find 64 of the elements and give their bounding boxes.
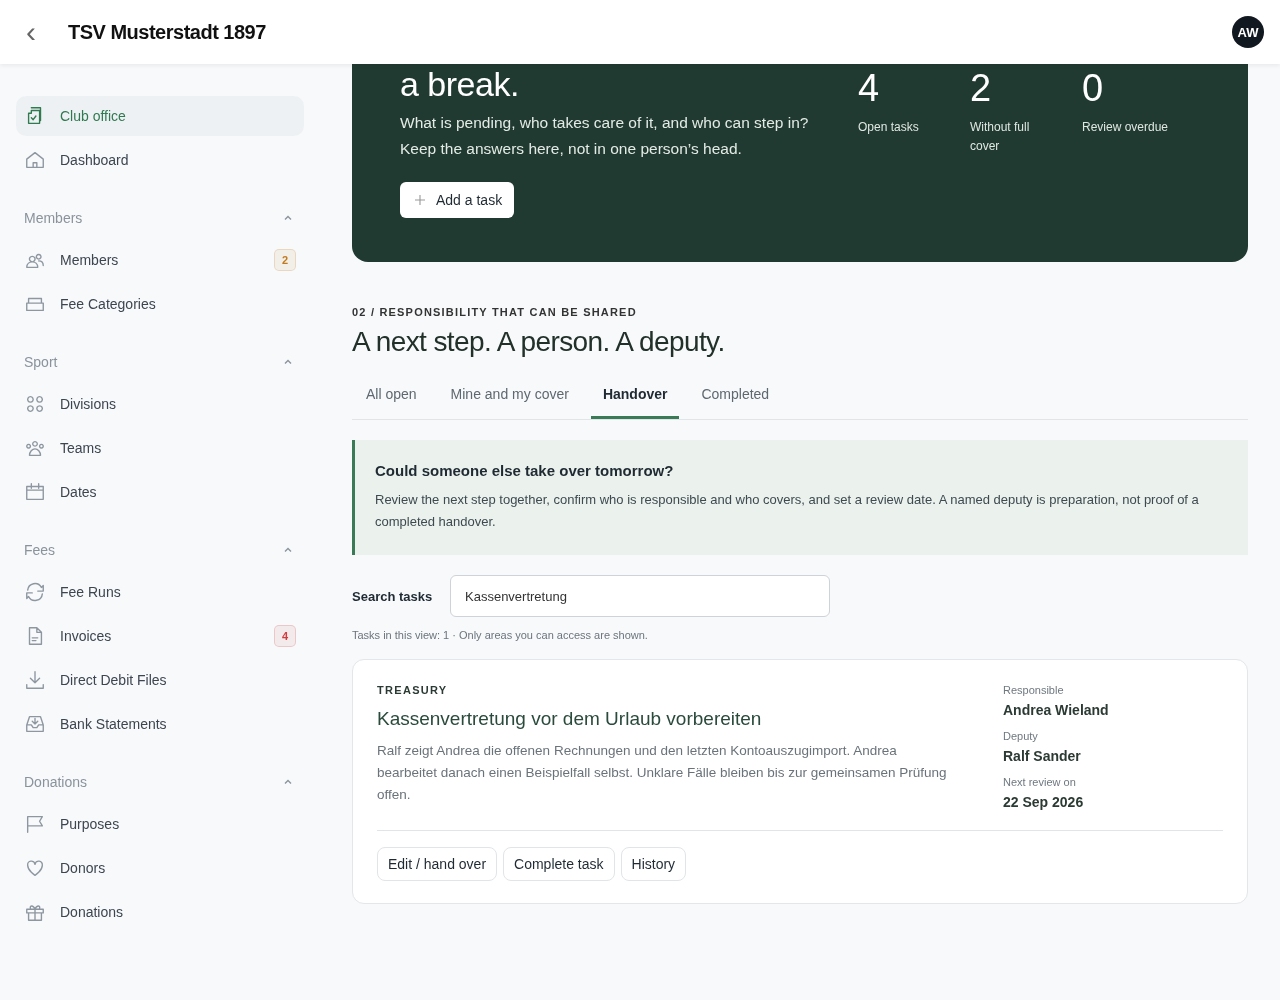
filter-tab[interactable]: Handover xyxy=(590,374,680,419)
sidebar-item[interactable]: Donations xyxy=(16,892,304,932)
sidebar-item[interactable]: Dashboard xyxy=(16,140,304,180)
grid-icon xyxy=(24,393,46,415)
meta-value: Ralf Sander xyxy=(1003,748,1082,764)
sidebar-item[interactable]: Divisions xyxy=(16,384,304,424)
stat-value: 2 xyxy=(970,66,993,110)
section-title: Fees xyxy=(24,542,56,558)
callout-text: Review the next step together, confirm who is responsible and who covers, and set a review date. A named deputy is preparation, not proof of a completed handover. xyxy=(375,491,1200,531)
sidebar-item[interactable]: Direct Debit Files xyxy=(16,660,304,700)
add-task-button[interactable]: Add a task xyxy=(400,182,515,218)
sidebar-item[interactable]: Fee Categories xyxy=(16,284,304,324)
meta-value: 22 Sep 2026 xyxy=(1003,794,1085,810)
club-title: TSV Musterstadt 1897 xyxy=(68,20,267,44)
section-title: Members xyxy=(24,210,83,226)
back-button[interactable]: ‹ xyxy=(20,17,42,47)
callout-title: Could someone else take over tomorrow? xyxy=(375,462,675,479)
section-title: Donations xyxy=(24,774,88,790)
sidebar-item[interactable]: Purposes xyxy=(16,804,304,844)
inbox-icon xyxy=(24,713,46,735)
section-eyebrow: 02 / RESPONSIBILITY THAT CAN BE SHARED xyxy=(352,306,638,318)
section-title: A next step. A person. A deputy. xyxy=(352,326,726,358)
count-badge: 2 xyxy=(274,249,296,271)
stat-value: 4 xyxy=(858,66,881,110)
sidebar-item[interactable]: Invoices 4 xyxy=(16,616,304,656)
meta-label: Deputy xyxy=(1003,730,1039,742)
home-icon xyxy=(24,149,46,171)
count-note: Tasks in this view: 1 · Only areas you can access are shown. xyxy=(352,629,649,641)
task-area: TREASURY xyxy=(377,684,953,696)
sidebar-item[interactable]: Teams xyxy=(16,428,304,468)
flag-icon xyxy=(24,813,46,835)
sidebar-item[interactable]: Club office xyxy=(16,96,304,136)
hero-text: What is pending, who takes care of it, and who can step in? Keep the answers here, not in one person’s head. xyxy=(400,113,810,159)
sidebar-item[interactable]: Members 2 xyxy=(16,240,304,280)
section-title: Sport xyxy=(24,354,58,370)
meta-label: Responsible xyxy=(1003,684,1065,696)
calendar-icon xyxy=(24,481,46,503)
search-label: Search tasks xyxy=(352,588,434,604)
stat-label: Without full cover xyxy=(970,119,1031,155)
task-description: Ralf zeigt Andrea die offenen Rechnungen und den letzten Kontoauszugimport. Andrea bearbeitet danach einen Beispielfall selbst. Unklare Fälle bleiben bis zur gemeinsamen Prüfung offen. xyxy=(377,742,948,804)
action-button[interactable]: History xyxy=(620,847,687,881)
sidebar-item[interactable]: Dates xyxy=(16,472,304,512)
task-title: Kassenvertretung vor dem Urlaub vorbereiten xyxy=(377,708,763,730)
action-button[interactable]: Complete task xyxy=(503,847,615,881)
filter-tab[interactable]: Completed xyxy=(689,374,782,419)
download-icon xyxy=(24,669,46,691)
sidebar-item[interactable]: Donors xyxy=(16,848,304,888)
stat-value: 0 xyxy=(1082,66,1105,110)
action-button[interactable]: Edit / hand over xyxy=(377,847,498,881)
refresh-icon xyxy=(24,581,46,603)
filter-tab[interactable]: Mine and my cover xyxy=(438,374,581,419)
user-avatar[interactable]: AW xyxy=(1232,16,1264,48)
hero-heading: a break. xyxy=(400,64,520,104)
filter-tab[interactable]: All open xyxy=(354,374,429,419)
meta-value: Andrea Wieland xyxy=(1003,702,1110,718)
stat-label: Review overdue xyxy=(1082,119,1170,136)
stat-label: Open tasks xyxy=(858,119,920,136)
heart-icon xyxy=(24,857,46,879)
plus-icon xyxy=(414,194,426,206)
meta-label: Next review on xyxy=(1003,776,1077,788)
sidebar-item[interactable]: Fee Runs xyxy=(16,572,304,612)
sidebar-item[interactable]: Bank Statements xyxy=(16,704,304,744)
count-badge: 4 xyxy=(274,625,296,647)
search-field[interactable]: Kassenvertretung xyxy=(450,575,830,617)
